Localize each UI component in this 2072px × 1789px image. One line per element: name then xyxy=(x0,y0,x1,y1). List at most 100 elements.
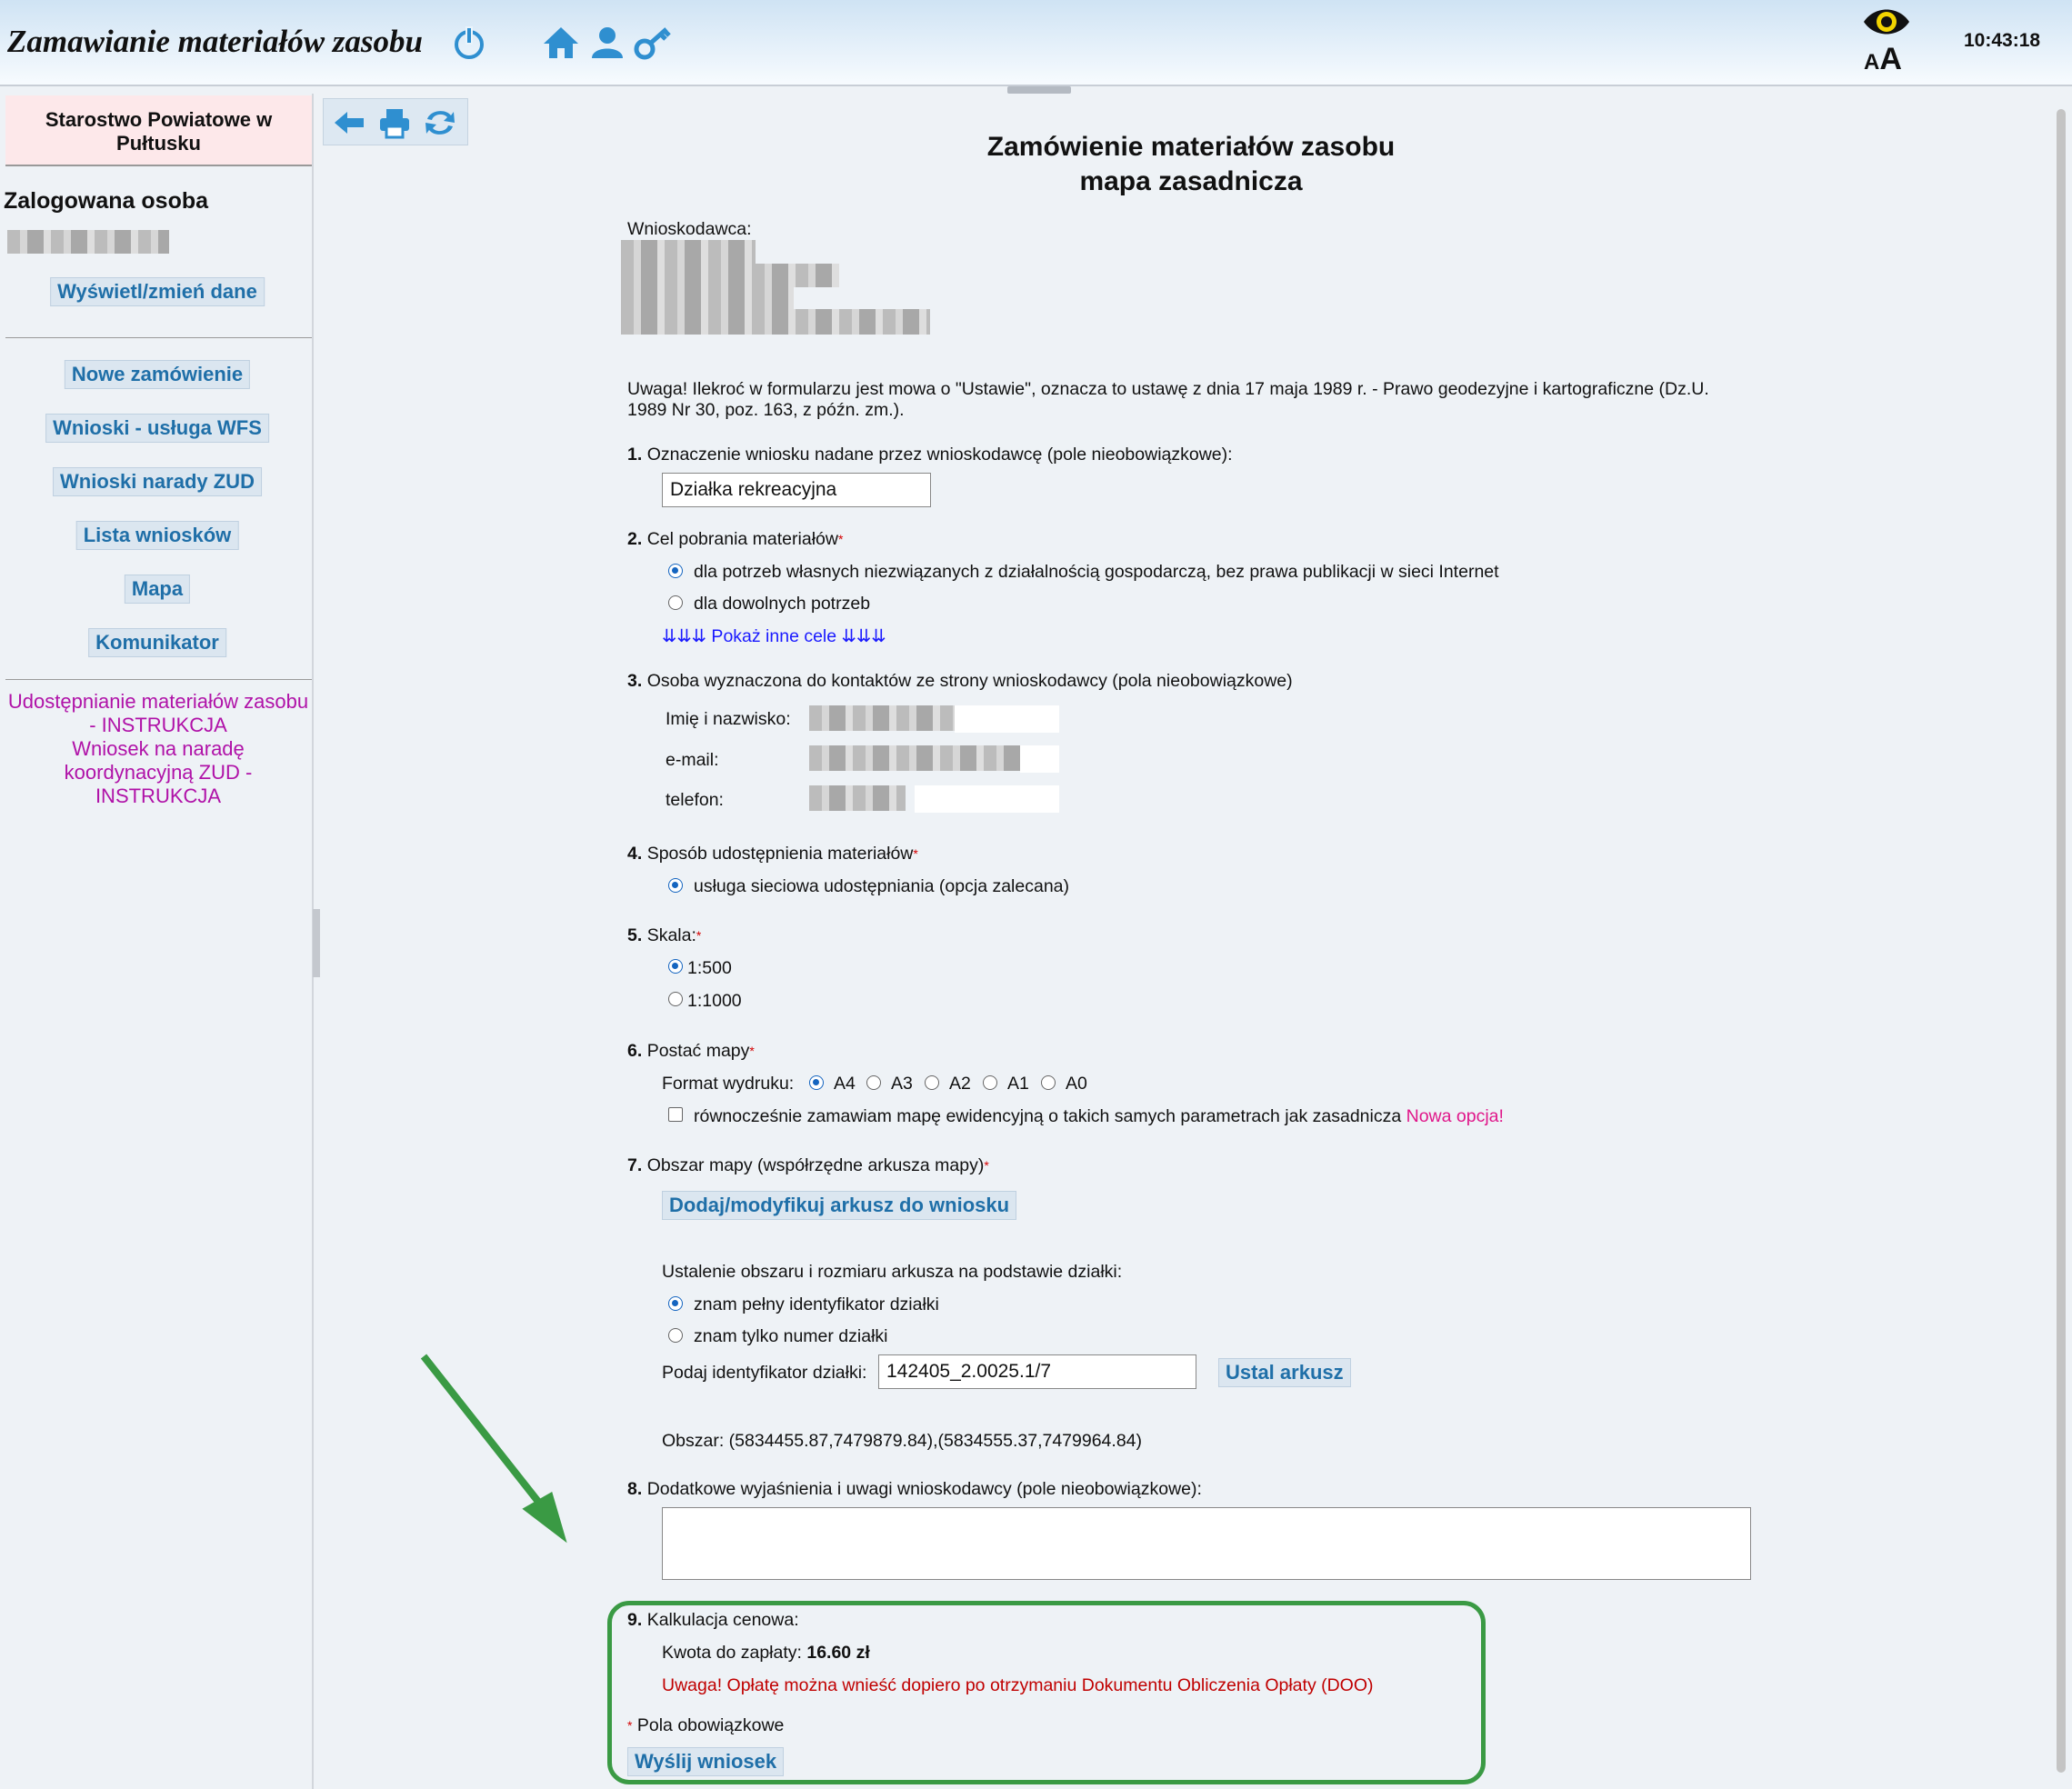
section-text: Obszar mapy (współrzędne arkusza mapy) xyxy=(646,1155,985,1175)
section-text: Oznaczenie wniosku nadane przez wnioskod… xyxy=(646,445,1233,465)
full-id-radio[interactable] xyxy=(668,1296,683,1311)
scale-500-radio[interactable] xyxy=(668,959,683,974)
show-more-purposes-link[interactable]: ⇊⇊⇊ Pokaż inne cele ⇊⇊⇊ xyxy=(662,625,886,647)
contact-name-input[interactable] xyxy=(955,705,1059,733)
full-id-label: znam pełny identyfikator działki xyxy=(694,1294,939,1314)
section-num: 3. xyxy=(627,671,643,691)
format-a1-radio[interactable] xyxy=(983,1075,997,1090)
edit-data-button[interactable]: Wyświetl/zmień dane xyxy=(50,277,265,306)
instruction-link-resources[interactable]: Udostępnianie materiałów zasobu - INSTRU… xyxy=(4,690,313,737)
section-6-label: 6. Postać mapy* xyxy=(627,1040,755,1062)
contact-phone-redacted xyxy=(809,785,906,811)
applicant-redacted xyxy=(621,309,930,335)
home-icon[interactable] xyxy=(540,22,582,64)
format-a0-radio[interactable] xyxy=(1041,1075,1056,1090)
section-text: Postać mapy xyxy=(646,1041,750,1061)
required-star: * xyxy=(913,846,918,861)
divider xyxy=(5,679,312,680)
vertical-scrollbar[interactable] xyxy=(2057,109,2066,1773)
title-line1: Zamówienie materiałów zasobu xyxy=(986,132,1396,162)
sidebar-item-zud[interactable]: Wnioski narady ZUD xyxy=(53,467,262,496)
contact-name-label: Imię i nazwisko: xyxy=(666,709,791,729)
format-a3-radio[interactable] xyxy=(866,1075,881,1090)
logged-user-label: Zalogowana osoba xyxy=(4,188,209,214)
key-icon[interactable] xyxy=(632,22,674,64)
contact-phone-input[interactable] xyxy=(915,785,1059,813)
purpose-any-radio[interactable] xyxy=(668,595,683,610)
panel-splitter[interactable] xyxy=(1007,86,1071,94)
org-line2: Pułtusku xyxy=(116,132,201,155)
remarks-textarea[interactable] xyxy=(662,1507,1751,1580)
font-size-toggle[interactable]: AA xyxy=(1864,42,1902,77)
also-order-label: równocześnie zamawiam mapę ewidencyjną o… xyxy=(694,1105,1504,1127)
applicant-label: Wnioskodawca: xyxy=(627,219,752,239)
required-star: * xyxy=(984,1158,989,1173)
section-text: Sposób udostępnienia materiałów xyxy=(646,844,914,864)
purpose-own-radio[interactable] xyxy=(668,564,683,578)
applicant-redacted xyxy=(621,264,839,287)
section-5-label: 5. Skala:* xyxy=(627,924,701,946)
required-star: * xyxy=(696,928,702,943)
section-num: 6. xyxy=(627,1041,643,1061)
format-a1-label: A1 xyxy=(1007,1074,1029,1094)
power-icon[interactable] xyxy=(448,22,490,64)
also-order-checkbox[interactable] xyxy=(668,1107,683,1122)
refresh-icon[interactable] xyxy=(422,105,458,141)
sidebar-resize-handle[interactable] xyxy=(313,909,320,977)
divider xyxy=(5,337,312,338)
section-text: Dodatkowe wyjaśnienia i uwagi wnioskodaw… xyxy=(646,1479,1202,1499)
print-icon[interactable] xyxy=(376,105,413,141)
eye-icon[interactable] xyxy=(1862,4,1911,40)
user-name-redacted xyxy=(7,230,169,254)
required-star: * xyxy=(749,1044,755,1058)
contact-email-label: e-mail: xyxy=(666,750,719,770)
section-1-label: 1. Oznaczenie wniosku nadane przez wnios… xyxy=(627,444,1233,465)
section-num: 4. xyxy=(627,844,643,864)
order-label-input[interactable]: Działka rekreacyjna xyxy=(662,473,931,507)
by-parcel-label: Ustalenie obszaru i rozmiaru arkusza na … xyxy=(662,1262,1123,1282)
contact-email-input[interactable] xyxy=(1020,745,1059,773)
sidebar-item-messenger[interactable]: Komunikator xyxy=(88,628,226,657)
user-icon[interactable] xyxy=(586,22,628,64)
section-num: 2. xyxy=(627,529,643,549)
format-a4-radio[interactable] xyxy=(809,1075,824,1090)
instr1-line2: - INSTRUKCJA xyxy=(89,714,227,736)
sidebar-item-map[interactable]: Mapa xyxy=(124,575,191,604)
new-option-badge: Nowa opcja! xyxy=(1406,1106,1504,1126)
back-arrow-icon[interactable] xyxy=(331,105,367,141)
required-star: * xyxy=(837,532,844,546)
format-a0-label: A0 xyxy=(1066,1074,1087,1094)
print-format-label: Format wydruku: xyxy=(662,1074,795,1094)
section-num: 1. xyxy=(627,445,643,465)
instr2-line1: Wniosek na naradę xyxy=(72,737,245,760)
section-3-label: 3. Osoba wyznaczona do kontaktów ze stro… xyxy=(627,670,1293,692)
font-small-label: A xyxy=(1864,50,1880,75)
add-sheet-button[interactable]: Dodaj/modyfikuj arkusz do wniosku xyxy=(662,1191,1017,1220)
app-header: Zamawianie materiałów zasobu AA 10:43:18 xyxy=(0,0,2072,86)
sidebar-item-list[interactable]: Lista wniosków xyxy=(75,521,239,550)
section-text: Osoba wyznaczona do kontaktów ze strony … xyxy=(646,671,1293,691)
instruction-link-zud[interactable]: Wniosek na naradę koordynacyjną ZUD - IN… xyxy=(4,737,313,808)
scale-1000-radio[interactable] xyxy=(668,992,683,1006)
format-a2-radio[interactable] xyxy=(925,1075,939,1090)
number-only-radio[interactable] xyxy=(668,1328,683,1343)
section-4-label: 4. Sposób udostępnienia materiałów* xyxy=(627,843,918,865)
applicant-redacted xyxy=(621,287,794,309)
toolbar xyxy=(323,98,468,145)
set-sheet-button[interactable]: Ustal arkusz xyxy=(1218,1358,1351,1387)
contact-name-redacted xyxy=(809,705,955,731)
scale-1000-label: 1:1000 xyxy=(687,991,742,1011)
sidebar-item-wfs[interactable]: Wnioski - usługa WFS xyxy=(45,414,269,443)
format-a3-label: A3 xyxy=(891,1074,913,1094)
parcel-id-input[interactable]: 142405_2.0025.1/7 xyxy=(878,1354,1196,1389)
annotation-arrow-icon xyxy=(420,1354,567,1544)
delivery-web-label: usługa sieciowa udostępniania (opcja zal… xyxy=(694,876,1070,896)
sidebar-item-new-order[interactable]: Nowe zamówienie xyxy=(64,360,251,389)
delivery-web-radio[interactable] xyxy=(668,878,683,893)
page-title: Zamówienie materiałów zasobu mapa zasadn… xyxy=(905,130,1477,199)
section-text: Cel pobrania materiałów xyxy=(646,529,838,549)
highlight-box xyxy=(607,1601,1486,1784)
instr2-line3: INSTRUKCJA xyxy=(95,785,222,807)
section-2-label: 2. Cel pobrania materiałów* xyxy=(627,528,843,550)
purpose-own-label: dla potrzeb własnych niezwiązanych z dzi… xyxy=(694,562,1499,582)
